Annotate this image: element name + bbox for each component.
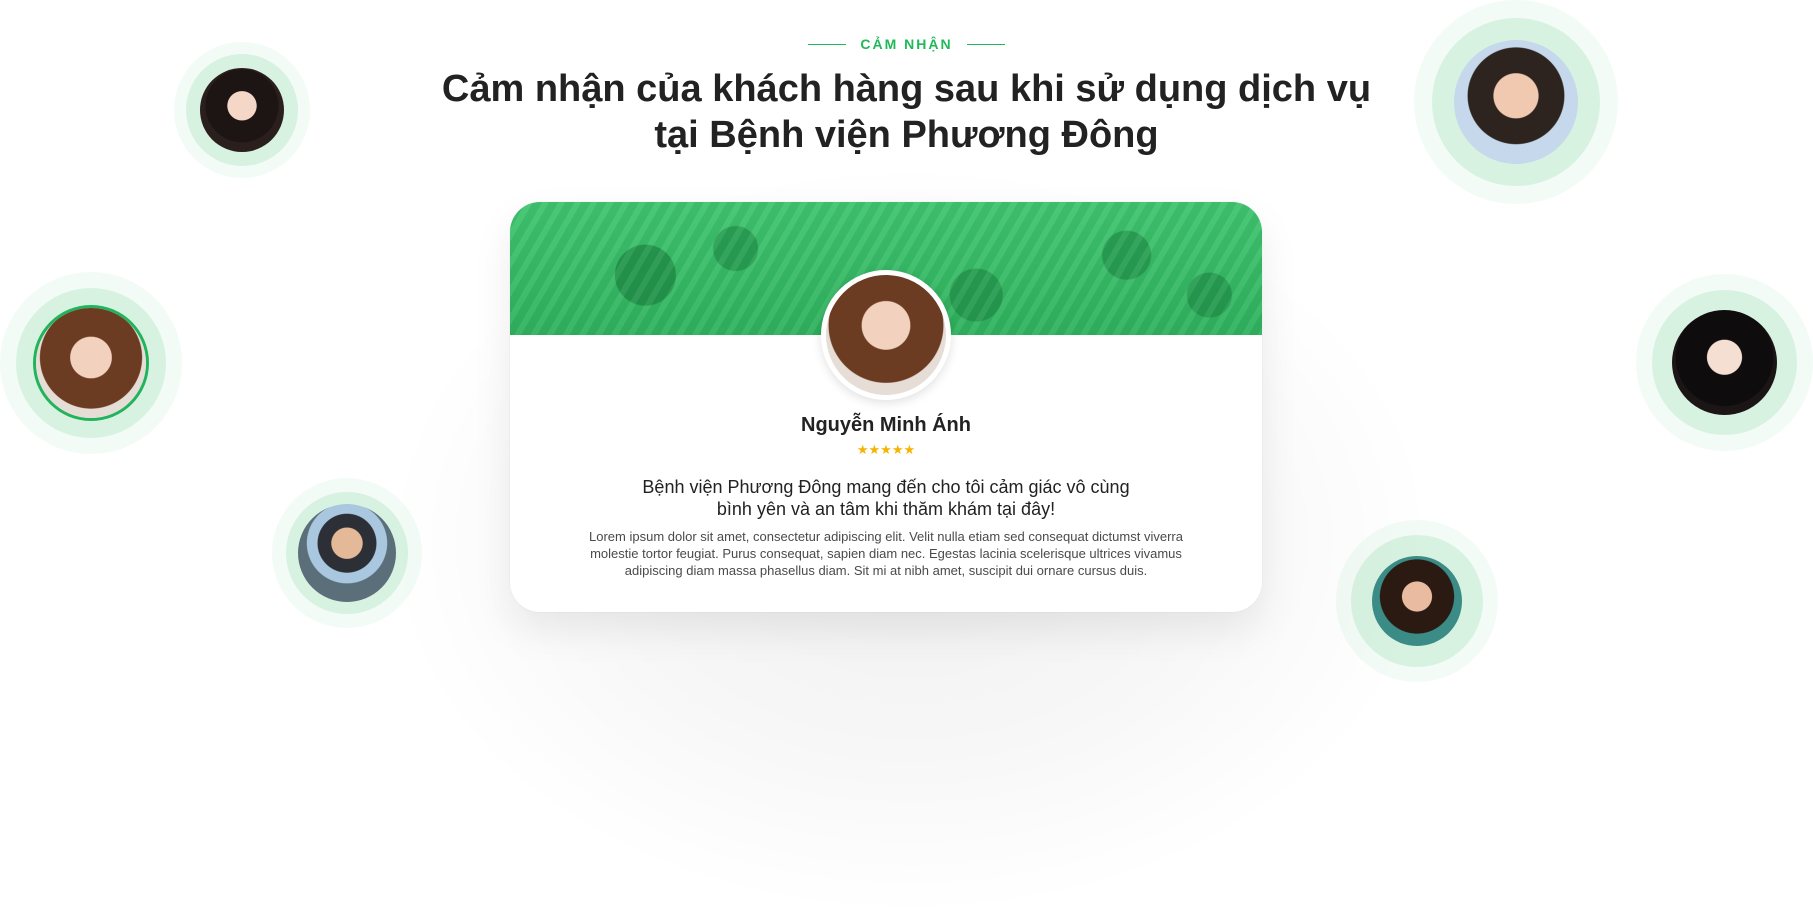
testimonial-headline-line-1: Bệnh viện Phương Đông mang đến cho tôi c… xyxy=(642,477,1130,497)
testimonial-body: Lorem ipsum dolor sit amet, consectetur … xyxy=(589,529,1183,578)
testimonial-avatar xyxy=(821,270,951,400)
avatar-option-5[interactable] xyxy=(1636,274,1813,451)
testimonial-headline-line-2: bình yên và an tâm khi thăm khám tại đây… xyxy=(716,499,1056,519)
avatar xyxy=(1372,556,1462,646)
avatar xyxy=(298,504,396,602)
avatar-option-4[interactable] xyxy=(1414,0,1618,204)
avatar-option-6[interactable] xyxy=(1336,520,1498,682)
avatar-option-2[interactable] xyxy=(0,272,182,454)
avatar xyxy=(1672,310,1777,415)
eyebrow-text: CẢM NHẬN xyxy=(860,36,953,52)
avatar-option-3[interactable] xyxy=(272,478,422,628)
testimonial-headline: Bệnh viện Phương Đông mang đến cho tôi c… xyxy=(626,476,1146,520)
testimonial-name: Nguyễn Minh Ánh xyxy=(801,414,971,436)
avatar xyxy=(200,68,284,152)
star-icons: ★★★★★ xyxy=(856,442,916,457)
eyebrow-line-right xyxy=(966,43,1005,45)
rating-stars: ★★★★★ xyxy=(510,443,1262,456)
avatar-option-1[interactable] xyxy=(174,42,310,178)
eyebrow-line-left xyxy=(808,43,847,45)
testimonial-card: Nguyễn Minh Ánh ★★★★★ Bệnh viện Phương Đ… xyxy=(510,202,1262,612)
avatar xyxy=(1454,40,1578,164)
avatar-selected xyxy=(36,308,146,418)
